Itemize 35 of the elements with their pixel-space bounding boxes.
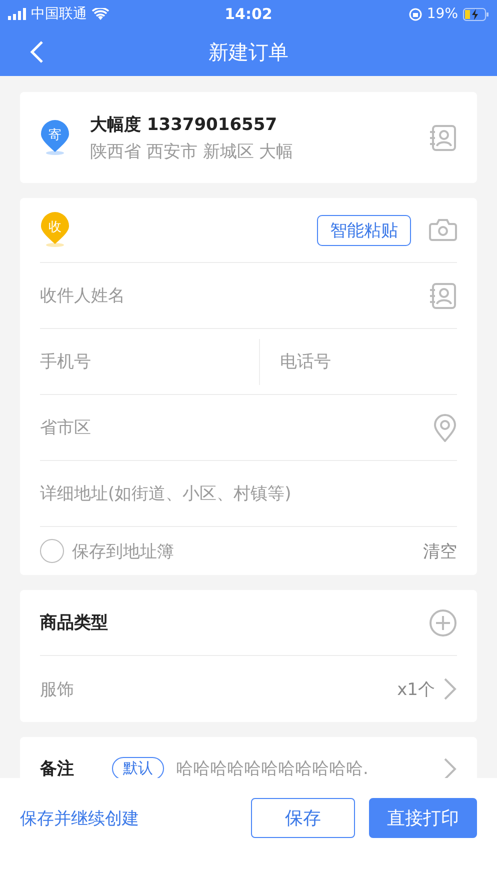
wifi-icon <box>92 8 109 20</box>
section-title: 备注 <box>40 758 74 778</box>
camera-icon[interactable] <box>429 218 457 242</box>
rotation-lock-icon <box>408 8 422 20</box>
back-icon[interactable] <box>30 40 44 64</box>
sender-name-phone: 大幅度 13379016557 <box>90 114 278 136</box>
chevron-right-icon <box>443 677 457 701</box>
contact-book-icon[interactable] <box>429 282 457 310</box>
sender-address: 陕西省 西安市 新城区 大幅 <box>90 140 294 162</box>
page-title: 新建订单 <box>208 38 288 66</box>
section-title: 商品类型 <box>40 612 108 634</box>
input-field[interactable]: 收件人姓名 <box>40 286 429 306</box>
save-and-continue-link[interactable]: 保存并继续创建 <box>20 807 139 830</box>
smart-paste-button[interactable]: 智能粘贴 <box>317 214 411 246</box>
location-pin-icon[interactable] <box>433 414 457 442</box>
contact-book-icon[interactable] <box>429 124 457 152</box>
quantity: x1个 <box>397 678 435 700</box>
checkbox-label: 保存到地址簿 <box>72 540 174 562</box>
add-icon[interactable] <box>429 608 457 636</box>
battery-percentage: 19% <box>426 6 458 22</box>
input-field[interactable]: 详细地址(如街道、小区、村镇等) <box>40 484 457 504</box>
signal-icon <box>8 8 26 20</box>
input-field[interactable]: 手机号 <box>40 352 259 372</box>
chevron-right-icon <box>443 757 457 778</box>
notes-text: 哈哈哈哈哈哈哈哈哈哈哈. <box>176 758 368 778</box>
input-field[interactable]: 省市区 <box>40 418 433 438</box>
input-field[interactable]: 电话号 <box>259 338 497 384</box>
clock-time: 14:02 <box>224 5 272 23</box>
carrier-name: 中国联通 <box>31 5 87 23</box>
print-button[interactable]: 直接打印 <box>369 798 477 838</box>
goods-item[interactable]: 服饰 <box>40 678 74 700</box>
checkbox[interactable] <box>40 539 64 563</box>
clear-link[interactable]: 清空 <box>423 540 457 562</box>
battery-charging-icon <box>463 8 489 20</box>
save-button[interactable]: 保存 <box>251 798 355 838</box>
